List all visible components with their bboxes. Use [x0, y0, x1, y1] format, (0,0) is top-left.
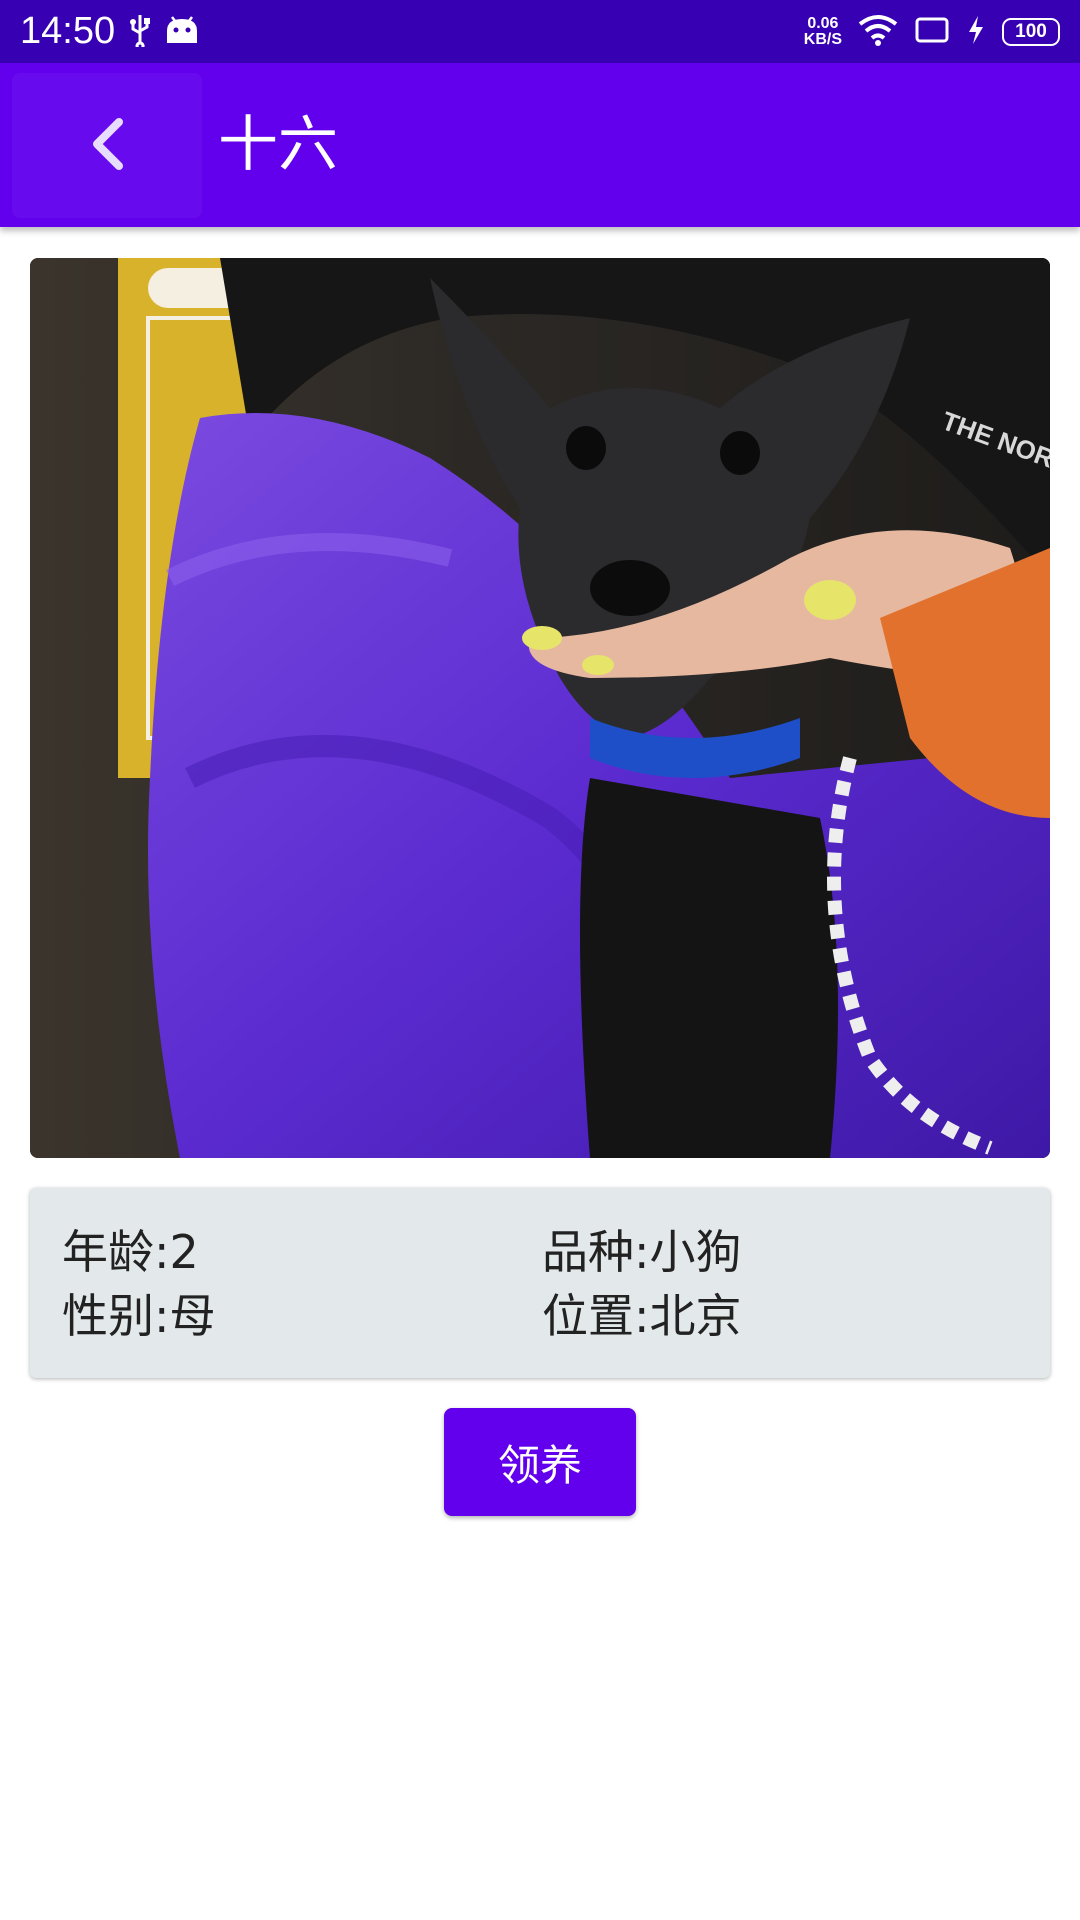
screen-icon [914, 15, 950, 49]
net-speed-value: 0.06 [807, 14, 839, 32]
pet-age: 年龄:2 [62, 1225, 199, 1279]
net-speed: 0.06 KB/S [803, 14, 842, 48]
status-bar: 14:50 0.06 KB/S 100 [0, 0, 1080, 63]
pet-info-card: 年龄:2 品种:小狗 性别:母 位置:北京 [30, 1188, 1050, 1378]
back-button[interactable] [12, 73, 202, 218]
status-left: 14:50 [20, 10, 199, 53]
dog-photo-image: THE NORTH FACE [30, 258, 1050, 1158]
page-title: 十六 [218, 110, 338, 180]
usb-icon [129, 13, 151, 51]
app-bar: 十六 [0, 63, 1080, 227]
status-right: 0.06 KB/S 100 [804, 14, 1060, 50]
wifi-icon [858, 14, 898, 50]
net-speed-unit: KB/S [803, 30, 842, 48]
status-time: 14:50 [20, 10, 116, 52]
pet-breed: 品种:小狗 [542, 1225, 742, 1279]
pet-location: 位置:北京 [542, 1289, 742, 1343]
charging-icon [966, 15, 986, 49]
android-icon [165, 15, 199, 49]
pet-photo: THE NORTH FACE [30, 258, 1050, 1158]
battery-icon: 100 [1002, 17, 1060, 46]
chevron-left-icon [87, 116, 127, 176]
adopt-button[interactable]: 领养 [444, 1408, 636, 1516]
pet-gender: 性别:母 [62, 1289, 216, 1343]
